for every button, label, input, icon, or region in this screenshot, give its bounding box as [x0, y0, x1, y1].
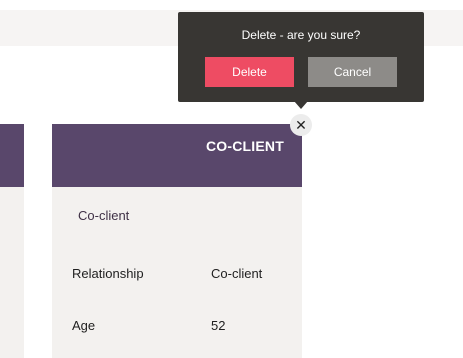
close-icon[interactable]: ✕ [290, 114, 312, 136]
field-row-age: Age 52 [72, 318, 302, 338]
card-subtitle: Co-client [78, 208, 130, 223]
field-row-relationship: Relationship Co-client [72, 266, 302, 286]
client-card-partial [0, 124, 24, 358]
page: CO-CLIENT Co-client Relationship Co-clie… [0, 0, 463, 358]
co-client-card: CO-CLIENT Co-client Relationship Co-clie… [52, 124, 302, 358]
card-header-title: CO-CLIENT [205, 138, 284, 154]
field-label-age: Age [72, 318, 96, 333]
co-client-card-header: CO-CLIENT [52, 124, 302, 187]
cancel-button[interactable]: Cancel [308, 57, 397, 87]
client-card-header [0, 124, 24, 187]
confirm-message: Delete - are you sure? [241, 28, 361, 42]
popover-arrow [294, 101, 308, 109]
field-value-relationship: Co-client [211, 266, 263, 281]
field-label-relationship: Relationship [72, 266, 144, 281]
delete-button[interactable]: Delete [205, 57, 294, 87]
field-value-age: 52 [211, 318, 226, 333]
delete-confirm-popover: Delete - are you sure? Delete Cancel [178, 12, 424, 102]
